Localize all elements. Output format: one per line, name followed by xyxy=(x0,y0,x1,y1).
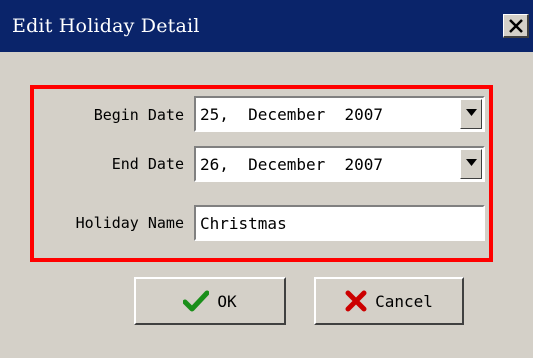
begin-date-select[interactable]: 25, December 2007 xyxy=(194,96,485,132)
title-bar: Edit Holiday Detail xyxy=(0,0,533,52)
begin-date-label: Begin Date xyxy=(93,106,184,124)
begin-date-value: 25, December 2007 xyxy=(200,104,384,124)
end-date-label: End Date xyxy=(111,155,184,173)
chevron-down-icon xyxy=(466,109,477,116)
begin-date-dropdown-button[interactable] xyxy=(460,99,482,129)
holiday-name-label: Holiday Name xyxy=(75,214,184,232)
holiday-name-value: Christmas xyxy=(200,213,287,233)
edit-holiday-dialog: Edit Holiday Detail Begin Date 25, Decem… xyxy=(0,0,533,358)
close-button[interactable] xyxy=(503,14,529,38)
cancel-label: Cancel xyxy=(375,291,433,311)
checkmark-icon xyxy=(183,290,210,312)
window-title: Edit Holiday Detail xyxy=(12,15,200,37)
holiday-name-input[interactable]: Christmas xyxy=(194,205,485,241)
end-date-value: 26, December 2007 xyxy=(200,154,384,174)
end-date-select[interactable]: 26, December 2007 xyxy=(194,146,485,182)
close-icon xyxy=(509,19,523,33)
x-icon xyxy=(345,290,367,312)
end-date-dropdown-button[interactable] xyxy=(460,149,482,179)
chevron-down-icon xyxy=(466,159,477,166)
ok-button[interactable]: OK xyxy=(134,277,286,325)
ok-label: OK xyxy=(217,291,237,311)
cancel-button[interactable]: Cancel xyxy=(314,277,464,325)
